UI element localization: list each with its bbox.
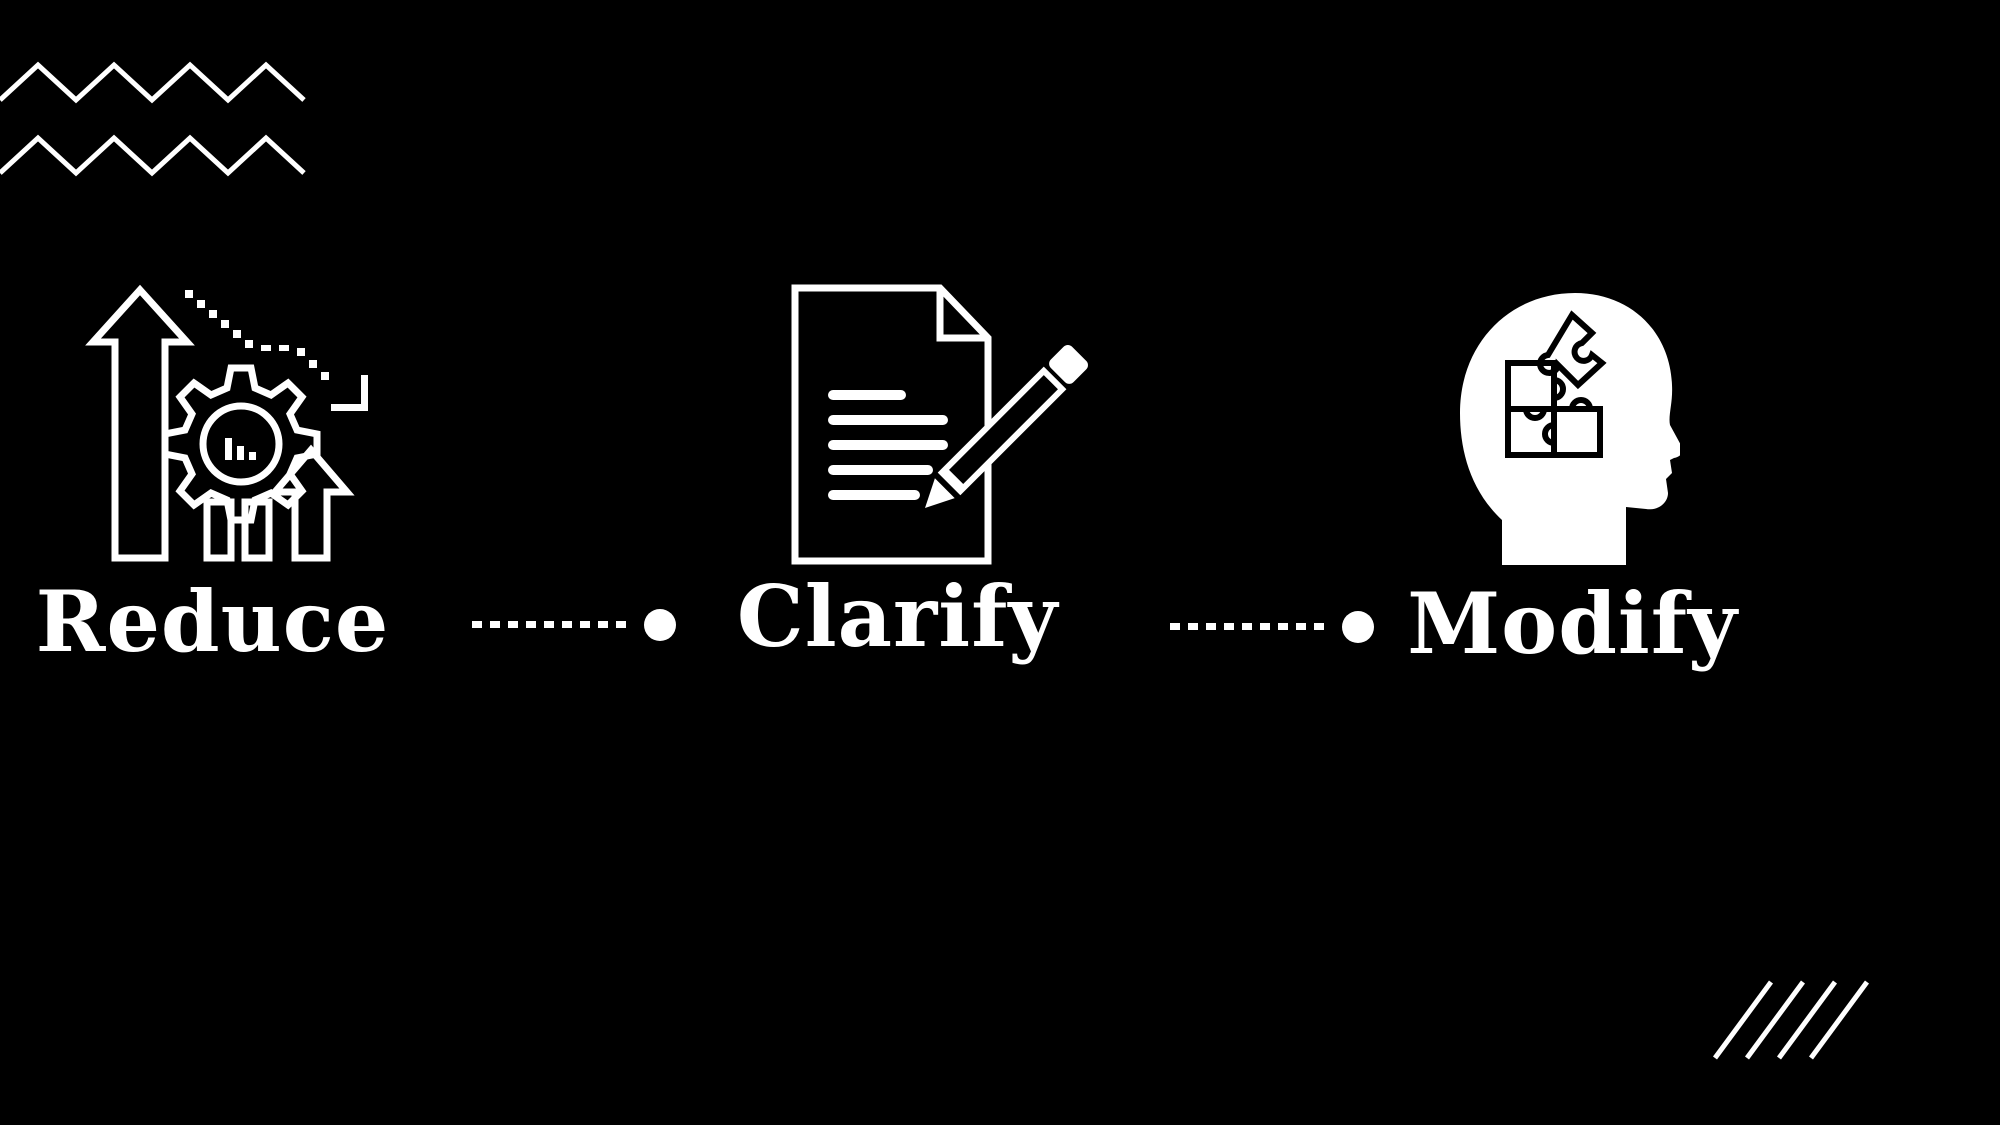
connector-reduce-to-clarify	[472, 609, 676, 641]
head-puzzle-icon	[1460, 293, 1680, 565]
zigzag-decoration-icon	[0, 61, 306, 177]
document-pencil-icon	[791, 284, 1088, 565]
diagonal-stripes-icon	[1712, 980, 1870, 1060]
step-label-modify: Modify	[1407, 574, 1738, 673]
step-label-reduce: Reduce	[35, 572, 390, 671]
growth-gear-icon	[85, 284, 368, 562]
connector-clarify-to-modify	[1170, 611, 1374, 643]
slide-canvas: Reduce Clarify Modify	[0, 0, 2000, 1125]
step-label-clarify: Clarify	[736, 567, 1059, 666]
